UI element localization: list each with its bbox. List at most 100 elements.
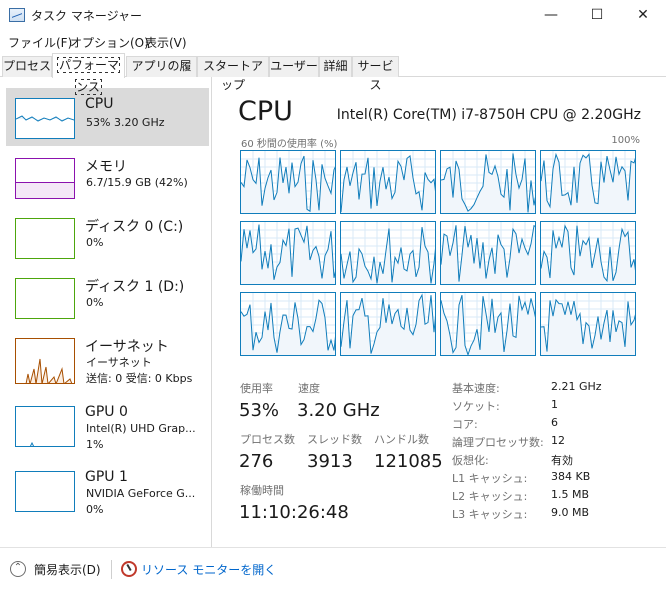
spec-label: 論理プロセッサ数: — [452, 436, 544, 449]
spec-value: 6 — [551, 416, 558, 429]
close-button[interactable]: ✕ — [620, 0, 666, 31]
sidebar-item-disk-1[interactable]: ディスク 1 (D:) 0% — [6, 268, 209, 326]
resource-monitor-icon[interactable] — [121, 561, 137, 577]
footer-bar: ⌃ 簡易表示(D) リソース モニターを開く — [0, 547, 666, 593]
handles-value: 121085 — [374, 451, 443, 472]
task-manager-icon — [9, 8, 25, 22]
logical-processor-graph — [440, 221, 536, 285]
speed-value: 3.20 GHz — [297, 400, 380, 421]
tab-services[interactable]: サービス — [352, 56, 399, 92]
minimize-button[interactable]: — — [528, 0, 574, 31]
logical-processor-graph — [340, 221, 436, 285]
window-title: タスク マネージャー — [31, 9, 142, 23]
chevron-up-icon[interactable]: ⌃ — [10, 561, 26, 577]
logical-processor-graph — [540, 150, 636, 214]
tab-users[interactable]: ユーザー — [269, 56, 319, 77]
tab-startup[interactable]: スタートアップ — [197, 56, 269, 92]
spec-label: ソケット: — [452, 400, 500, 413]
menu-options[interactable]: オプション(O) — [70, 34, 149, 51]
tab-processes[interactable]: プロセス — [2, 56, 52, 77]
logical-processor-graph — [240, 292, 336, 356]
sidebar-item-gpu-0[interactable]: GPU 0 Intel(R) UHD Grap... 1% — [6, 396, 209, 458]
logical-processor-graph — [340, 292, 436, 356]
ethernet-thumbnail-graph — [15, 338, 75, 384]
menu-file[interactable]: ファイル(F) — [8, 34, 72, 51]
sidebar-item-title: CPU — [85, 96, 114, 112]
logical-processor-graph — [240, 221, 336, 285]
sidebar-item-usage: 0% — [86, 503, 104, 516]
sidebar-item-title: GPU 0 — [85, 404, 128, 420]
sidebar-item-memory[interactable]: メモリ 6.7/15.9 GB (42%) — [6, 148, 209, 206]
logical-processor-graphs[interactable] — [240, 150, 640, 356]
tab-performance[interactable]: パフォーマンス — [52, 53, 125, 95]
menu-view[interactable]: 表示(V) — [145, 34, 187, 51]
logical-processor-graph — [340, 150, 436, 214]
spec-label: 基本速度: — [452, 382, 500, 395]
cpu-model-name: Intel(R) Core(TM) i7-8750H CPU @ 2.20GHz — [336, 107, 641, 123]
logical-processor-graph — [440, 150, 536, 214]
sidebar-item-detail: イーサネット — [86, 356, 152, 369]
sidebar-item-title: ディスク 0 (C:) — [85, 219, 184, 235]
maximize-button[interactable]: ☐ — [574, 0, 620, 31]
tab-label: プロセス — [3, 59, 52, 73]
fewer-details-button[interactable]: 簡易表示(D) — [34, 561, 101, 578]
sidebar-item-detail: Intel(R) UHD Grap... — [86, 422, 196, 435]
menu-bar: ファイル(F) オプション(O) 表示(V) — [0, 31, 666, 53]
tab-app-history[interactable]: アプリの履歴 — [126, 56, 197, 92]
processes-label: プロセス数 — [240, 433, 295, 446]
spec-label: 仮想化: — [452, 454, 489, 467]
sidebar-item-detail: 6.7/15.9 GB (42%) — [86, 176, 188, 189]
sidebar-item-title: メモリ — [85, 159, 127, 175]
logical-processor-graph — [440, 292, 536, 356]
sidebar-item-throughput: 送信: 0 受信: 0 Kbps — [86, 372, 193, 385]
sidebar-item-disk-0[interactable]: ディスク 0 (C:) 0% — [6, 208, 209, 266]
memory-thumbnail-graph — [15, 158, 75, 199]
cpu-heading: CPU — [238, 96, 293, 127]
sidebar-item-detail: 0% — [86, 296, 104, 309]
sidebar-item-title: GPU 1 — [85, 469, 128, 485]
tab-details[interactable]: 詳細 — [319, 56, 352, 77]
sidebar-item-title: ディスク 1 (D:) — [85, 279, 185, 295]
title-bar[interactable]: タスク マネージャー — ☐ ✕ — [0, 0, 666, 31]
spec-value: 12 — [551, 434, 565, 447]
spec-value: 有効 — [551, 454, 573, 467]
disk-1-thumbnail-graph — [15, 278, 75, 319]
spec-label: L1 キャッシュ: — [452, 472, 528, 485]
open-resource-monitor-link[interactable]: リソース モニターを開く — [141, 561, 276, 578]
footer-divider — [111, 560, 112, 579]
spec-value: 384 KB — [551, 470, 591, 483]
logical-processor-graph — [540, 292, 636, 356]
threads-value: 3913 — [307, 451, 353, 472]
threads-label: スレッド数 — [307, 433, 362, 446]
resource-sidebar: CPU 53% 3.20 GHz メモリ 6.7/15.9 GB (42%) デ… — [0, 77, 212, 547]
speed-label: 速度 — [298, 382, 320, 395]
gpu-1-thumbnail-graph — [15, 471, 75, 512]
sidebar-item-detail: 0% — [86, 236, 104, 249]
tab-label: ユーザー — [270, 59, 318, 73]
tab-label: 詳細 — [323, 59, 348, 73]
utilization-value: 53% — [239, 400, 280, 421]
sidebar-item-title: イーサネット — [85, 339, 169, 355]
disk-0-thumbnail-graph — [15, 218, 75, 259]
logical-processor-graph — [240, 150, 336, 214]
sidebar-item-ethernet[interactable]: イーサネット イーサネット 送信: 0 受信: 0 Kbps — [6, 328, 209, 392]
tab-label: サービス — [357, 59, 394, 92]
sidebar-item-detail: NVIDIA GeForce G... — [86, 487, 196, 500]
sidebar-item-usage: 1% — [86, 438, 104, 451]
spec-value: 1.5 MB — [551, 488, 590, 501]
processes-value: 276 — [239, 451, 274, 472]
uptime-label: 稼働時間 — [240, 484, 284, 497]
sidebar-item-gpu-1[interactable]: GPU 1 NVIDIA GeForce G... 0% — [6, 461, 209, 523]
sidebar-item-detail: 53% 3.20 GHz — [86, 116, 165, 129]
memory-usage-fill — [16, 181, 74, 198]
uptime-value: 11:10:26:48 — [239, 502, 349, 523]
spec-value: 2.21 GHz — [551, 380, 602, 393]
spec-value: 9.0 MB — [551, 506, 590, 519]
utilization-label: 使用率 — [240, 382, 273, 395]
spec-label: L3 キャッシュ: — [452, 508, 528, 521]
spec-label: コア: — [452, 418, 478, 431]
handles-label: ハンドル数 — [374, 433, 429, 446]
sidebar-item-cpu[interactable]: CPU 53% 3.20 GHz — [6, 88, 209, 146]
gpu-0-thumbnail-graph — [15, 406, 75, 447]
graph-max-label: 100% — [611, 135, 640, 146]
